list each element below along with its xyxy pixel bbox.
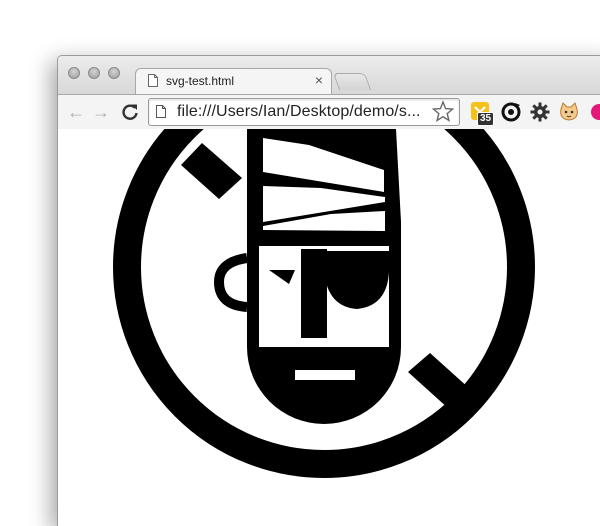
no-pirates-illustration	[113, 129, 535, 478]
back-arrow-icon[interactable]: ←	[66, 102, 86, 122]
address-bar[interactable]: file:///Users/Ian/Desktop/demo/s...	[148, 98, 460, 126]
browser-window: svg-test.html × ← → file:///Users/Ian/De…	[57, 55, 600, 526]
pirate-beard	[259, 347, 389, 352]
bookmark-star-icon[interactable]	[431, 100, 455, 124]
extension-badge: 35	[477, 112, 495, 126]
document-icon	[156, 105, 166, 118]
title-bar: svg-test.html ×	[58, 56, 600, 95]
wrench-gear-icon[interactable]	[529, 101, 551, 123]
pirate-mouth	[295, 370, 355, 380]
sync-icon[interactable]	[500, 101, 522, 123]
prohibition-slash-top	[181, 143, 242, 199]
url-text: file:///Users/Ian/Desktop/demo/s...	[177, 103, 421, 120]
reload-icon[interactable]	[120, 102, 140, 122]
tab-title: svg-test.html	[166, 74, 235, 88]
toolbar: ← → file:///Users/Ian/Desktop/demo/s... …	[58, 94, 600, 130]
page-content	[58, 129, 600, 526]
pink-extension-icon[interactable]	[588, 101, 600, 123]
pirate-ear	[213, 253, 248, 312]
tab-close-icon[interactable]: ×	[315, 72, 323, 88]
tab-svg-test[interactable]: svg-test.html ×	[135, 68, 332, 95]
patch-strap	[301, 249, 327, 338]
new-tab-button[interactable]	[332, 73, 372, 90]
close-window-button[interactable]	[68, 67, 80, 79]
zoom-window-button[interactable]	[108, 67, 120, 79]
minimize-window-button[interactable]	[88, 67, 100, 79]
cat-face-icon[interactable]	[558, 101, 580, 123]
document-icon	[148, 74, 158, 87]
forward-arrow-icon[interactable]: →	[91, 102, 111, 122]
